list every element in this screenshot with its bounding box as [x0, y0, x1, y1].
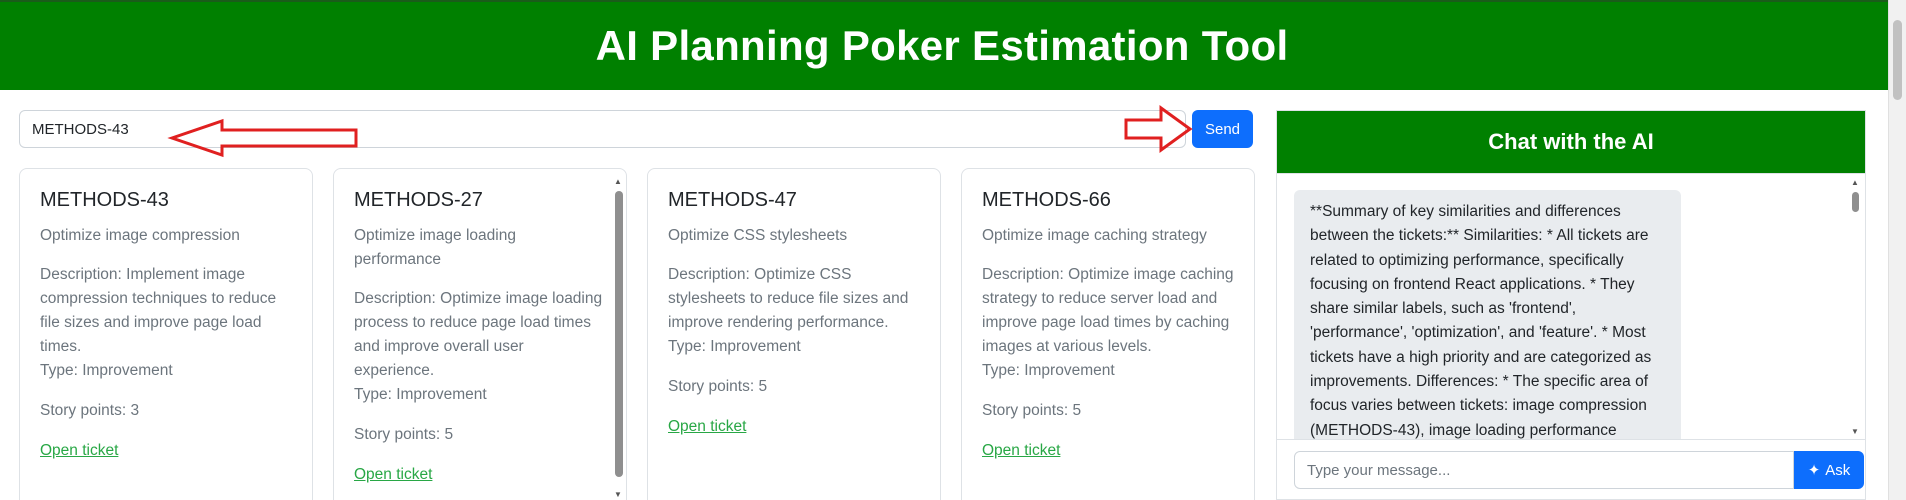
card-scrollbar[interactable]: ▲ ▼ — [612, 169, 626, 500]
chat-messages[interactable]: **Summary of key similarities and differ… — [1277, 173, 1865, 439]
ticket-type: Type: Improvement — [982, 362, 1115, 379]
ai-message: **Summary of key similarities and differ… — [1294, 190, 1681, 439]
app-header: AI Planning Poker Estimation Tool — [0, 0, 1906, 90]
chat-message-input[interactable] — [1294, 451, 1794, 489]
ticket-key: METHODS-66 — [982, 189, 1111, 211]
ticket-summary: Optimize CSS stylesheets — [668, 227, 848, 244]
ticket-summary: Optimize image loading performance — [354, 227, 516, 268]
ticket-key: METHODS-47 — [668, 189, 797, 211]
scroll-up-icon[interactable]: ▲ — [614, 177, 622, 186]
ask-button-label: Ask — [1825, 461, 1851, 479]
ticket-type: Type: Improvement — [354, 386, 487, 403]
ticket-type: Type: Improvement — [40, 362, 173, 379]
ticket-type: Type: Improvement — [668, 338, 801, 355]
ticket-card: METHODS-47 Optimize CSS stylesheets Desc… — [647, 168, 941, 500]
sparkles-icon: ✦ — [1807, 462, 1821, 479]
chat-title: Chat with the AI — [1277, 111, 1865, 173]
open-ticket-link[interactable]: Open ticket — [668, 418, 746, 435]
chat-scrollbar[interactable]: ▲ ▼ — [1849, 174, 1863, 439]
ask-button[interactable]: ✦ Ask — [1794, 451, 1864, 489]
ticket-key: METHODS-43 — [40, 189, 169, 211]
ticket-story-points: Story points: 5 — [354, 426, 454, 443]
ticket-story-points: Story points: 3 — [40, 402, 140, 419]
send-button[interactable]: Send — [1192, 110, 1253, 148]
ticket-card: METHODS-66 Optimize image caching strate… — [961, 168, 1255, 500]
ticket-story-points: Story points: 5 — [982, 402, 1082, 419]
red-arrow-icon — [1124, 105, 1193, 153]
ticket-key: METHODS-27 — [354, 189, 483, 211]
ticket-card: METHODS-27 Optimize image loading perfor… — [333, 168, 627, 500]
ticket-card: METHODS-43 Optimize image compression De… — [19, 168, 313, 500]
red-arrow-icon — [167, 118, 358, 158]
scroll-down-icon[interactable]: ▼ — [614, 490, 622, 499]
open-ticket-link[interactable]: Open ticket — [40, 442, 118, 459]
open-ticket-link[interactable]: Open ticket — [982, 442, 1060, 459]
ticket-description: Description: Implement image compression… — [40, 266, 277, 355]
ticket-description: Description: Optimize CSS stylesheets to… — [668, 266, 909, 331]
chat-footer: ✦ Ask — [1277, 439, 1865, 499]
ticket-description: Description: Optimize image loading proc… — [354, 290, 603, 379]
scroll-up-icon[interactable]: ▲ — [1851, 178, 1859, 187]
ticket-description: Description: Optimize image caching stra… — [982, 266, 1234, 355]
page-scrollbar[interactable] — [1888, 0, 1906, 500]
ticket-summary: Optimize image caching strategy — [982, 227, 1207, 244]
ticket-summary: Optimize image compression — [40, 227, 240, 244]
page-title: AI Planning Poker Estimation Tool — [595, 22, 1289, 69]
card-scrollbar-thumb[interactable] — [615, 191, 623, 477]
chat-scrollbar-thumb[interactable] — [1852, 192, 1859, 212]
ticket-story-points: Story points: 5 — [668, 378, 768, 395]
scroll-down-icon[interactable]: ▼ — [1851, 427, 1859, 436]
chat-panel: Chat with the AI **Summary of key simila… — [1276, 110, 1866, 500]
page-scrollbar-thumb[interactable] — [1893, 20, 1902, 100]
open-ticket-link[interactable]: Open ticket — [354, 466, 432, 483]
